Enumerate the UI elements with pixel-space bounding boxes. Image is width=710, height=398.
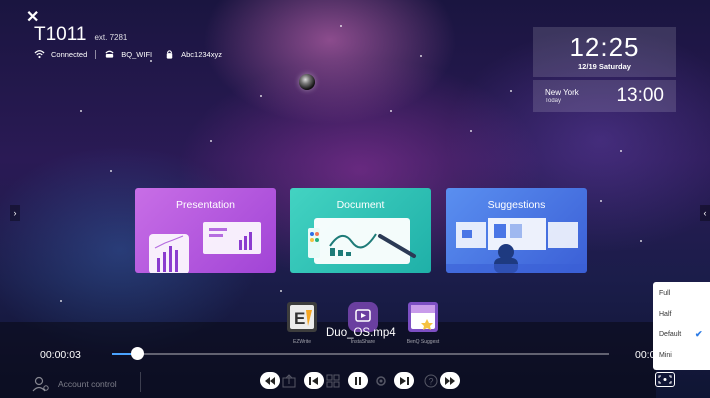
- wifi-password: Abc1234xyz: [181, 49, 222, 59]
- account-control[interactable]: Account control: [32, 372, 141, 392]
- divider: [140, 372, 141, 392]
- upload-icon[interactable]: [282, 374, 296, 388]
- clock-time: 12:25: [569, 32, 640, 62]
- wifi-name: BQ_WIFI: [121, 49, 153, 59]
- router-icon: [105, 50, 114, 58]
- card-presentation[interactable]: Presentation: [135, 188, 276, 273]
- media-filename: Duo_OS.mp4: [326, 327, 396, 339]
- document-illustration-icon: [308, 218, 416, 264]
- previous-icon: [309, 376, 318, 385]
- room-extension: ext. 7281: [94, 33, 128, 42]
- seek-handle[interactable]: [130, 347, 144, 360]
- room-info: T1011 ext. 7281: [34, 24, 127, 46]
- pause-button[interactable]: [348, 372, 368, 389]
- ezwrite-icon[interactable]: E: [287, 302, 317, 332]
- menu-item-default[interactable]: Default: [659, 331, 681, 338]
- wifi-icon: [34, 50, 45, 59]
- right-arrow-icon[interactable]: ‹: [700, 205, 710, 221]
- next-button[interactable]: [394, 372, 414, 389]
- window-size-menu: Full Half Default ✔ Mini: [653, 282, 710, 370]
- menu-item-mini[interactable]: Mini: [659, 352, 672, 359]
- help-icon[interactable]: ?: [424, 374, 438, 388]
- next-icon: [400, 376, 409, 385]
- lock-icon: [166, 50, 173, 59]
- gear-icon[interactable]: [374, 374, 388, 388]
- screen-size-icon: [658, 375, 672, 384]
- clock-widget: 12:25 12/19 Saturday: [533, 27, 676, 77]
- fast-forward-button[interactable]: [440, 372, 460, 389]
- rewind-icon: [265, 376, 275, 385]
- current-time: 00:00:03: [40, 349, 81, 361]
- checkmark-icon: ✔: [695, 329, 703, 339]
- previous-button[interactable]: [304, 372, 324, 389]
- card-document[interactable]: Document: [290, 188, 431, 273]
- network-status: Connected: [51, 49, 88, 59]
- card-suggestions[interactable]: Suggestions: [446, 188, 587, 273]
- world-time: 13:00: [616, 85, 664, 106]
- fast-forward-icon: [445, 376, 455, 385]
- grid-icon[interactable]: [326, 374, 340, 388]
- account-label: Account control: [58, 379, 117, 389]
- network-status-row: Connected BQ_WIFI Abc1234xyz: [34, 49, 222, 59]
- rewind-button[interactable]: [260, 372, 280, 389]
- left-arrow-icon[interactable]: ›: [10, 205, 20, 221]
- menu-item-half[interactable]: Half: [659, 311, 671, 318]
- room-name: T1011: [34, 24, 87, 45]
- divider: [95, 49, 97, 59]
- menu-item-full[interactable]: Full: [659, 290, 670, 297]
- account-icon: [32, 376, 49, 392]
- svg-text:E: E: [294, 309, 305, 328]
- world-day: Today: [545, 98, 562, 104]
- dock-label-instashare: InstaShare: [350, 339, 376, 345]
- suggestions-illustration-icon: [446, 218, 587, 273]
- screen-size-button[interactable]: [655, 372, 675, 387]
- seek-bar[interactable]: [112, 347, 609, 360]
- presentation-illustration-icon: [149, 222, 261, 273]
- dock-label-suggest: BenQ Suggest: [406, 339, 440, 345]
- planet-decoration: [299, 74, 315, 90]
- dock-label-ezwrite: EZWrite: [293, 339, 311, 345]
- suggest-icon[interactable]: [408, 302, 438, 332]
- svg-text:?: ?: [429, 377, 434, 387]
- world-city: New York: [545, 88, 579, 97]
- pause-icon: [355, 376, 361, 385]
- clock-date: 12/19 Saturday: [578, 62, 631, 71]
- world-clock: New York Today 13:00: [533, 80, 676, 112]
